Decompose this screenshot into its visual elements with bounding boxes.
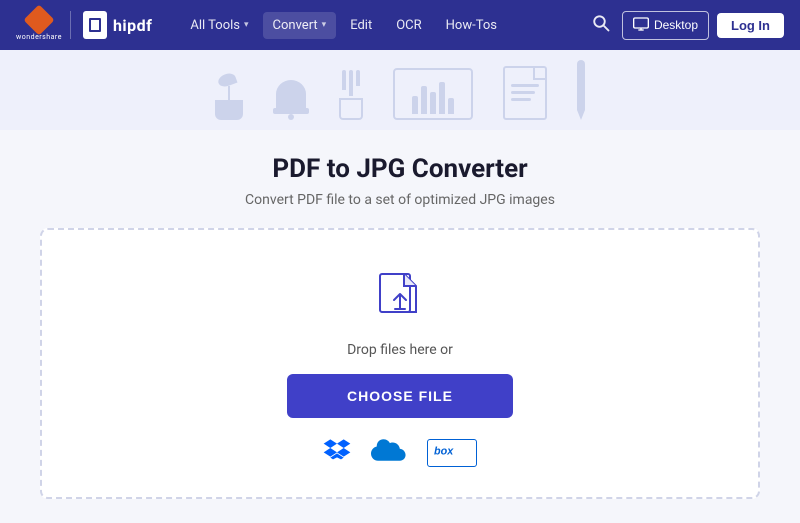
nav-item-ocr[interactable]: OCR xyxy=(386,12,431,39)
deco-monitor xyxy=(393,68,473,120)
hipdf-icon-inner xyxy=(89,18,101,32)
deco-pencils xyxy=(339,70,363,120)
brand-area: wondershare hipdf xyxy=(16,9,152,41)
pencils-icon xyxy=(342,70,360,96)
dropbox-icon[interactable] xyxy=(323,438,351,467)
hipdf-icon xyxy=(83,11,107,39)
hero-banner xyxy=(0,50,800,130)
desktop-label: Desktop xyxy=(654,18,698,32)
deco-plant xyxy=(215,74,243,120)
page-subtitle: Convert PDF file to a set of optimized J… xyxy=(245,192,555,208)
upload-area: Drop files here or CHOOSE FILE xyxy=(40,228,760,499)
box-icon[interactable]: box xyxy=(427,439,477,467)
svg-text:box: box xyxy=(434,445,454,457)
bell-shape-icon xyxy=(276,80,306,108)
pen-body-icon xyxy=(577,60,585,110)
desktop-icon xyxy=(633,17,649,34)
monitor-screen xyxy=(399,74,467,114)
login-button[interactable]: Log In xyxy=(717,13,784,38)
choose-file-button[interactable]: CHOOSE FILE xyxy=(287,374,513,418)
chevron-down-icon: ▾ xyxy=(244,20,249,30)
nav-links: All Tools ▾ Convert ▾ Edit OCR How-Tos xyxy=(180,12,588,39)
deco-pen xyxy=(577,60,585,120)
pen-tip-icon xyxy=(577,110,585,120)
main-content: PDF to JPG Converter Convert PDF file to… xyxy=(0,130,800,523)
search-icon[interactable] xyxy=(588,10,614,40)
chevron-down-icon: ▾ xyxy=(322,20,327,30)
wondershare-diamond xyxy=(23,4,54,35)
hipdf-name: hipdf xyxy=(113,16,152,35)
plant-pot-icon xyxy=(215,100,243,120)
deco-bell xyxy=(273,80,309,120)
drop-text: Drop files here or xyxy=(347,342,453,358)
nav-item-how-tos[interactable]: How-Tos xyxy=(436,12,507,39)
navbar: wondershare hipdf All Tools ▾ Convert ▾ … xyxy=(0,0,800,50)
hipdf-logo[interactable]: hipdf xyxy=(70,11,152,39)
plant-leaf-icon xyxy=(216,71,237,88)
hero-decorations xyxy=(215,60,585,120)
deco-document xyxy=(503,66,547,120)
nav-item-all-tools[interactable]: All Tools ▾ xyxy=(180,12,258,39)
nav-item-edit[interactable]: Edit xyxy=(340,12,382,39)
wondershare-logo: wondershare xyxy=(16,9,62,41)
onedrive-icon[interactable] xyxy=(371,439,407,466)
upload-icon xyxy=(376,272,424,324)
monitor-icon xyxy=(393,68,473,120)
document-icon xyxy=(503,66,547,120)
bell-clapper-icon xyxy=(288,114,294,120)
page-title: PDF to JPG Converter xyxy=(272,154,527,184)
desktop-button[interactable]: Desktop xyxy=(622,11,709,40)
upload-icon-container xyxy=(372,270,428,326)
nav-item-convert[interactable]: Convert ▾ xyxy=(263,12,337,39)
plant-stem-icon xyxy=(228,86,230,100)
cloud-services: box xyxy=(323,438,477,467)
nav-right: Desktop Log In xyxy=(588,10,784,40)
